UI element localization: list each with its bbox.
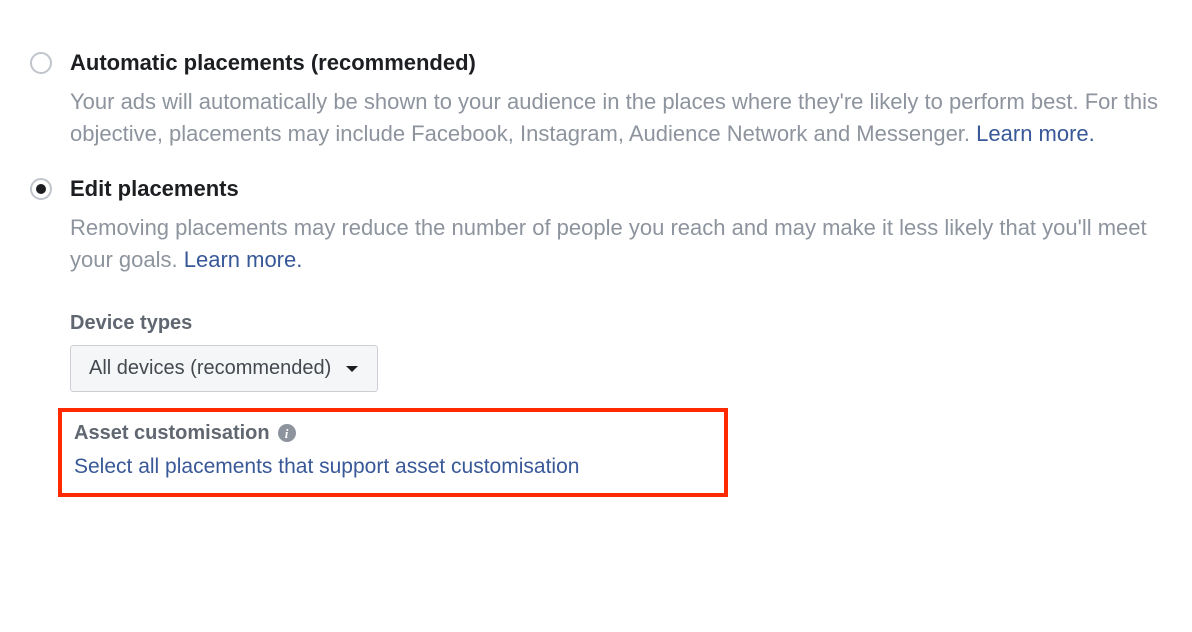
info-icon[interactable]: i [278,424,296,442]
option-content: Edit placements Removing placements may … [70,176,1162,276]
device-types-section: Device types All devices (recommended) [70,312,1162,392]
option-content: Automatic placements (recommended) Your … [70,50,1162,150]
learn-more-link-automatic[interactable]: Learn more. [976,121,1095,146]
option-desc-edit: Removing placements may reduce the numbe… [70,212,1162,276]
radio-wrapper [30,50,70,74]
asset-customisation-select-all-link[interactable]: Select all placements that support asset… [74,455,712,479]
radio-wrapper [30,176,70,200]
device-types-heading: Device types [70,312,1162,335]
caret-down-icon [345,357,359,380]
option-title-automatic: Automatic placements (recommended) [70,50,1162,76]
device-types-dropdown[interactable]: All devices (recommended) [70,345,378,392]
radio-automatic[interactable] [30,52,52,74]
option-edit-placements: Edit placements Removing placements may … [30,176,1162,276]
radio-dot-icon [36,184,46,194]
option-desc-automatic: Your ads will automatically be shown to … [70,86,1162,150]
asset-customisation-heading: Asset customisation i [74,422,296,445]
radio-edit[interactable] [30,178,52,200]
option-title-edit: Edit placements [70,176,1162,202]
dropdown-selected-value: All devices (recommended) [89,357,331,380]
asset-heading-text: Asset customisation [74,422,270,445]
learn-more-link-edit[interactable]: Learn more. [184,247,303,272]
option-automatic-placements: Automatic placements (recommended) Your … [30,50,1162,150]
asset-customisation-highlight: Asset customisation i Select all placeme… [58,408,728,497]
